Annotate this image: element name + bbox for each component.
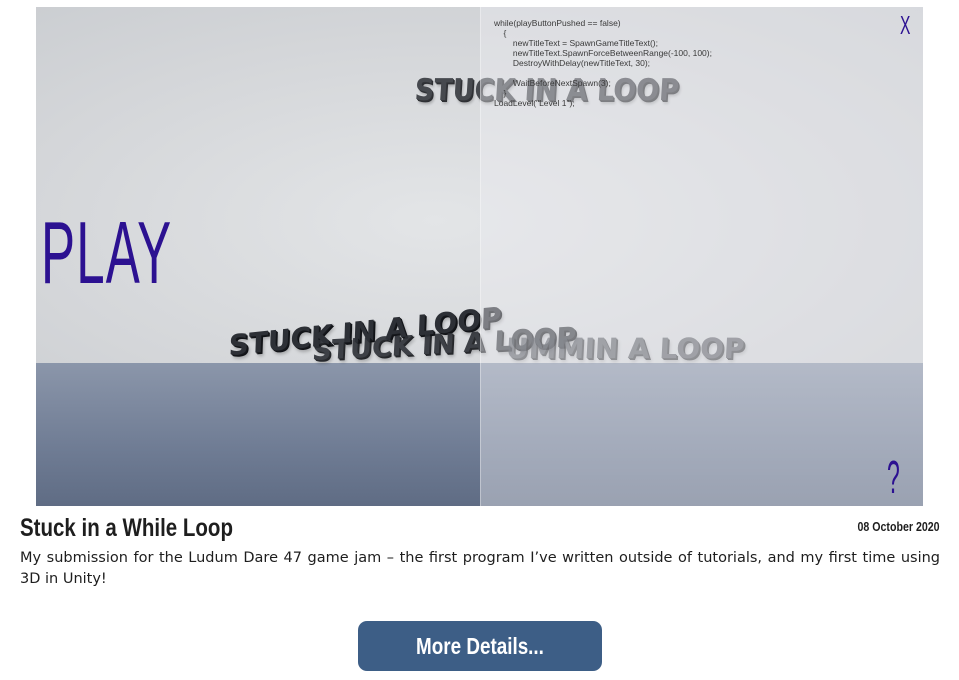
more-details-label: More Details... xyxy=(416,632,544,659)
post-description: My submission for the Ludum Dare 47 game… xyxy=(20,550,940,587)
close-icon[interactable]: X xyxy=(900,11,910,39)
help-icon[interactable]: ? xyxy=(887,453,900,501)
game-screenshot: STUCK IN A LOOP STUCK IN A LOOP STUCK IN… xyxy=(36,7,923,506)
code-snippet: while(playButtonPushed == false) { newTi… xyxy=(494,18,712,108)
play-button[interactable]: PLAY xyxy=(41,209,172,297)
post-title: Stuck in a While Loop xyxy=(20,514,233,542)
more-details-button[interactable]: More Details... xyxy=(358,621,602,671)
post-date: 08 October 2020 xyxy=(857,520,940,534)
